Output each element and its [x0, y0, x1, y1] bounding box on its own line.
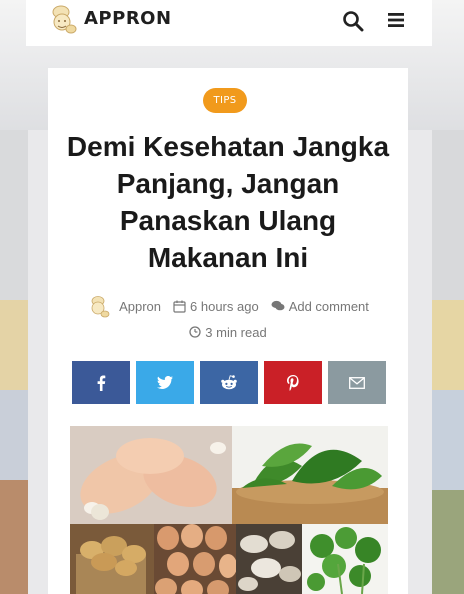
hamburger-menu-icon[interactable] [386, 10, 406, 30]
share-email-button[interactable] [328, 361, 386, 404]
post-time-text: 6 hours ago [190, 298, 259, 314]
clock-icon [189, 326, 201, 338]
potatoes-photo [70, 524, 154, 594]
site-header: APPRON [26, 0, 432, 46]
post-time: 6 hours ago [173, 299, 259, 314]
category-badge[interactable]: TIPS [203, 88, 247, 113]
facebook-icon [97, 375, 106, 391]
read-time: 3 min read [48, 322, 408, 342]
calendar-icon [173, 300, 186, 313]
share-twitter-button[interactable] [136, 361, 194, 404]
article-title: Demi Kesehatan Jangka Panjang, Jangan Pa… [66, 131, 390, 273]
twitter-icon [157, 376, 173, 389]
share-buttons [72, 361, 386, 405]
share-facebook-button[interactable] [72, 361, 130, 404]
comments-icon [271, 300, 285, 311]
mushrooms-photo [236, 524, 302, 594]
chicken-photo [70, 426, 232, 524]
author-link[interactable]: Appron [87, 294, 161, 318]
read-time-text: 3 min read [205, 324, 267, 340]
brand-name[interactable]: APPRON [84, 8, 172, 29]
envelope-icon [349, 376, 365, 389]
share-reddit-button[interactable] [200, 361, 258, 404]
article-featured-image[interactable] [70, 426, 388, 594]
eggs-photo [154, 524, 236, 594]
chef-mascot-icon[interactable] [48, 3, 78, 35]
article-card: TIPS Demi Kesehatan Jangka Panjang, Jang… [48, 68, 408, 594]
spinach-photo [232, 426, 388, 524]
article-meta: Appron 6 hours ago Add comment [48, 294, 408, 318]
author-name: Appron [119, 298, 162, 314]
share-pinterest-button[interactable] [264, 361, 322, 404]
pinterest-icon [287, 374, 299, 391]
coriander-photo [302, 524, 388, 594]
author-avatar [91, 296, 110, 318]
add-comment-link[interactable]: Add comment [271, 299, 369, 314]
reddit-icon [221, 375, 237, 390]
search-icon[interactable] [342, 10, 364, 32]
add-comment-text: Add comment [288, 298, 369, 314]
